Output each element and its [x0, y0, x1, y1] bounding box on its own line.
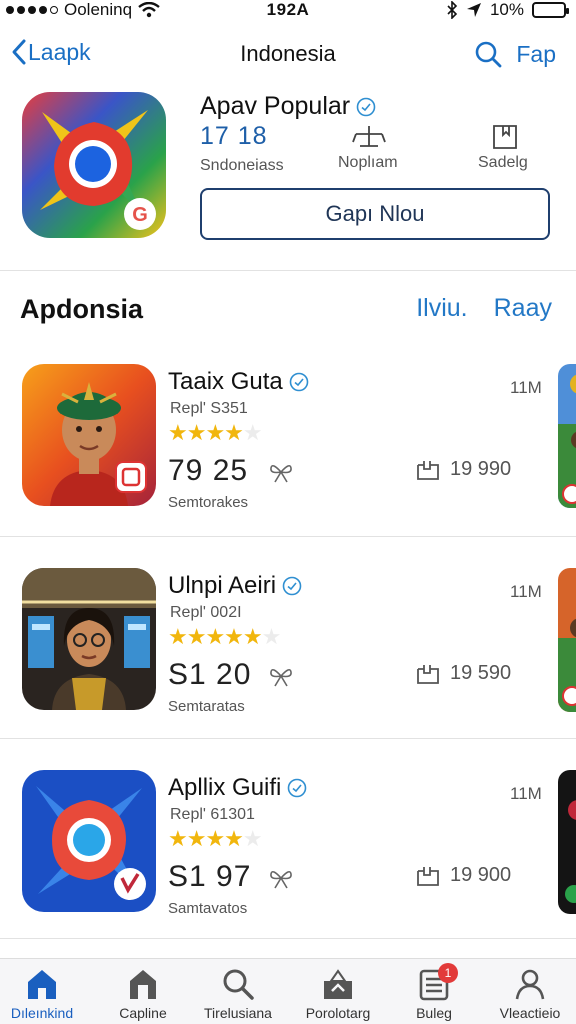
verified-icon [282, 576, 302, 596]
divider [0, 938, 576, 939]
app-name-text: Ulnpi Aeiri [168, 572, 277, 599]
tab-bar: Dıleınkind Capline Tirelusiana Porolotar… [0, 958, 576, 1024]
search-icon [475, 41, 502, 68]
verified-icon [288, 778, 307, 798]
nav-action-button[interactable]: Fap [516, 41, 556, 68]
app-developer: Repl' S351 [170, 400, 248, 417]
divider [0, 738, 576, 739]
verified-icon [289, 372, 309, 392]
battery-icon [532, 2, 569, 18]
app-name-text: Taaix Guta [168, 368, 283, 395]
bookmark-icon [493, 125, 517, 149]
app-icon [22, 770, 156, 912]
ribbon-icon [270, 464, 292, 483]
tab-recycle[interactable]: Porolotarg [290, 967, 386, 1021]
navigation-bar: Laapk Indonesia Fap [0, 30, 576, 78]
get-now-button[interactable]: Gapı Nlou [200, 188, 550, 240]
balance-icon [352, 126, 386, 147]
app-list-item[interactable]: Taaix Guta Repl' S351 ★★★★★ 79 25 Semtor… [0, 362, 576, 552]
download-icon [417, 664, 439, 684]
section-action-all[interactable]: Raay [494, 294, 552, 323]
tab-label: Vleactieio [499, 1005, 561, 1021]
location-icon [466, 3, 481, 17]
next-card-peek [558, 568, 576, 712]
app-sublabel: Semtorakes [168, 494, 249, 511]
tab-updates[interactable]: 1 Buleg [386, 963, 482, 1021]
tab-home[interactable]: Dıleınkind [0, 967, 90, 1021]
app-name: Taaix Guta [168, 368, 309, 396]
section-actions: Ilviu. Raay [416, 294, 552, 323]
stat-rating-value: 17 18 [200, 122, 268, 150]
app-developer: Repl' 002I [170, 604, 242, 621]
stat-rating-label: Sndoneiass [200, 157, 284, 174]
next-card-peek [558, 770, 576, 914]
search-button[interactable] [474, 40, 502, 73]
svg-text:G: G [132, 204, 148, 226]
app-sublabel: Semtaratas [168, 698, 245, 715]
tab-label: Dıleınkind [10, 1005, 74, 1021]
download-count: 19 990 [450, 458, 512, 480]
tab-profile[interactable]: Vleactieio [482, 967, 576, 1021]
stat-saved: Sadelg [478, 122, 528, 172]
download-button[interactable]: 19 900 [416, 864, 511, 887]
featured-app-icon[interactable]: G [22, 92, 166, 238]
download-icon [417, 460, 439, 480]
app-price: S1 20 [168, 658, 252, 691]
tab-label: Porolotarg [305, 1005, 371, 1021]
app-price: S1 97 [168, 860, 252, 893]
app-price: 79 25 [168, 454, 249, 487]
app-size: 11M [510, 582, 542, 601]
verified-icon [356, 97, 376, 116]
tab-capline[interactable]: Capline [95, 967, 191, 1021]
app-list-item[interactable]: Ulnpi Aeiri Repl' 002I ★★★★★★ S1 20 Semt… [0, 566, 576, 756]
download-button[interactable]: 19 590 [416, 662, 511, 685]
recycle-icon [324, 969, 352, 999]
download-icon [417, 866, 439, 886]
rating-stars: ★★★★★ [168, 420, 263, 445]
status-bar: Ooleninq 192A 10% [0, 0, 576, 22]
house-icon [130, 970, 156, 999]
divider [0, 270, 576, 271]
ribbon-icon [270, 870, 292, 889]
divider [0, 536, 576, 537]
tab-label: Tirelusiana [204, 1005, 272, 1021]
app-name-text: Apllix Guifi [168, 774, 282, 801]
rating-stars: ★★★★★★ [168, 624, 281, 649]
download-button[interactable]: 19 990 [416, 458, 511, 481]
app-name: Ulnpi Aeiri [168, 572, 302, 600]
app-icon [22, 364, 156, 506]
stat-category: Noplıam [338, 122, 398, 172]
notification-badge: 1 [438, 963, 458, 983]
status-right: 10% [446, 0, 569, 20]
app-name: Apllix Guifi [168, 774, 307, 802]
ribbon-icon [270, 668, 292, 687]
download-count: 19 590 [450, 662, 512, 684]
section-action-view[interactable]: Ilviu. [416, 294, 467, 323]
app-icon [22, 568, 156, 710]
featured-app: G Apav Popular 17 18 Sndoneiass Noplıam … [0, 90, 576, 270]
stat-saved-label: Sadelg [478, 154, 528, 171]
app-developer: Repl' 61301 [170, 806, 255, 823]
rating-stars: ★★★★★ [168, 826, 263, 851]
home-icon [28, 970, 56, 999]
featured-title-text: Apav Popular [200, 92, 351, 120]
featured-app-title: Apav Popular [200, 92, 376, 121]
stat-category-label: Noplıam [338, 154, 398, 171]
app-size: 11M [510, 784, 542, 803]
featured-stats: 17 18 Sndoneiass Noplıam Sadelg [200, 122, 540, 175]
person-icon [515, 969, 545, 1000]
tab-label: Buleg [416, 1005, 452, 1021]
search-icon [223, 969, 254, 1000]
tab-search[interactable]: Tirelusiana [190, 967, 286, 1021]
section-title: Apdonsia [20, 294, 144, 324]
download-count: 19 900 [450, 864, 512, 886]
bluetooth-icon [447, 1, 458, 19]
app-size: 11M [510, 378, 542, 397]
app-list-item[interactable]: Apllix Guifi Repl' 61301 ★★★★★ S1 97 Sam… [0, 768, 576, 958]
tab-label: Capline [119, 1005, 167, 1021]
app-sublabel: Samtavatos [168, 900, 248, 917]
battery-percent: 10% [489, 0, 524, 19]
stat-rating: 17 18 Sndoneiass [200, 122, 284, 175]
next-card-peek [558, 364, 576, 508]
